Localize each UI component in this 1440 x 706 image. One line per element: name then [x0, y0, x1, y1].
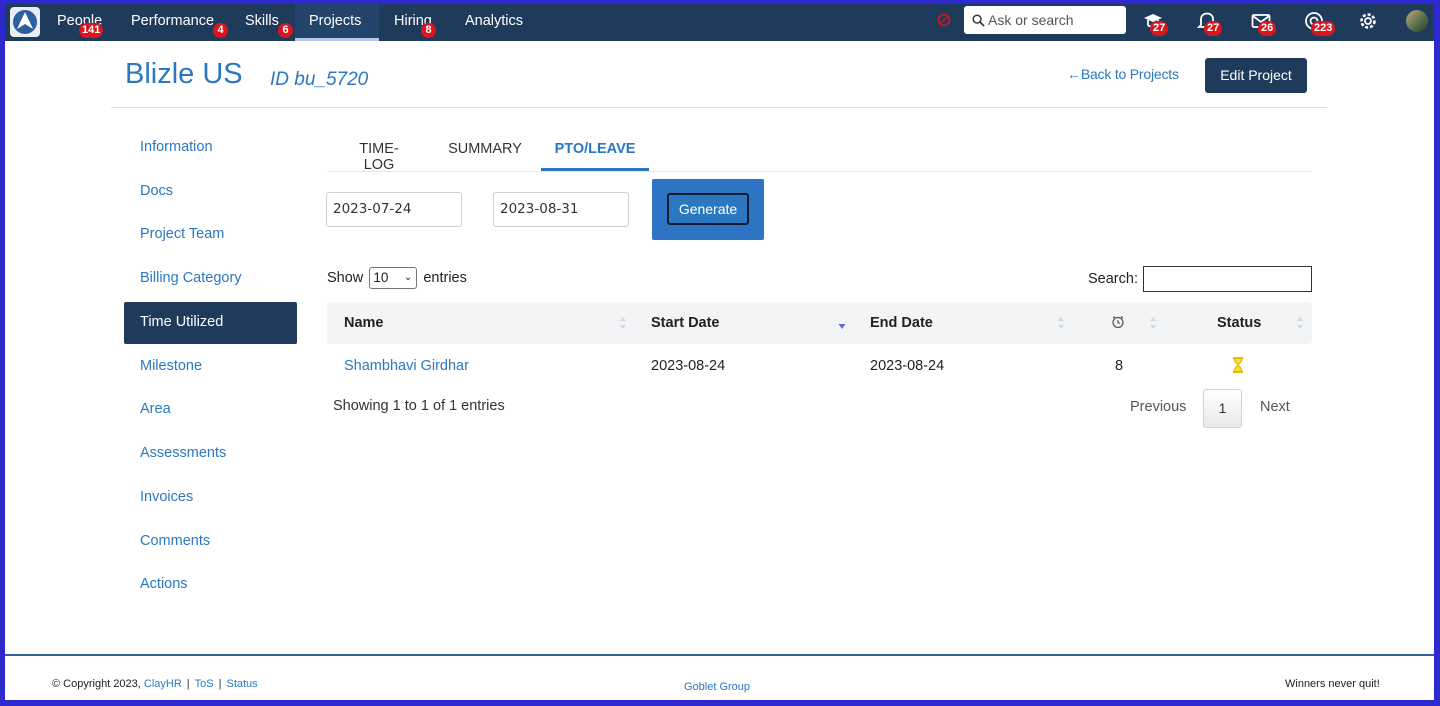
search-icon	[972, 8, 986, 36]
nav-projects[interactable]: Projects	[295, 4, 379, 41]
page-size-select[interactable]: 10 ⌄	[369, 267, 418, 289]
show-entries-control: Show 10 ⌄ entries	[327, 267, 467, 289]
sidebar-item-information[interactable]: Information	[124, 127, 297, 169]
tab-time-log[interactable]: TIME-LOG	[344, 141, 414, 173]
nav-people[interactable]: People 141	[43, 4, 116, 41]
end-date-input[interactable]: 2023-08-31	[493, 192, 629, 227]
tab-pto-leave[interactable]: PTO/LEAVE	[541, 141, 649, 171]
next-page-button[interactable]: Next	[1260, 399, 1290, 415]
nav-skills[interactable]: Skills 6	[231, 4, 293, 41]
top-navbar: People 141 Performance 4 Skills 6 Projec…	[5, 4, 1434, 41]
page-1-button[interactable]: 1	[1203, 389, 1242, 428]
nav-performance-badge: 4	[213, 23, 228, 38]
page-title: Blizle US	[125, 58, 243, 90]
start-date-input[interactable]: 2023-07-24	[326, 192, 462, 227]
user-avatar[interactable]	[1406, 10, 1428, 32]
row-end-date: 2023-08-24	[870, 358, 945, 374]
sidebar-item-actions[interactable]: Actions	[124, 564, 297, 606]
sidebar-item-invoices[interactable]: Invoices	[124, 477, 297, 519]
graduation-cap-icon[interactable]: 27	[1142, 10, 1169, 36]
sidebar-item-area[interactable]: Area	[124, 389, 297, 431]
bell-icon[interactable]: 27	[1196, 10, 1223, 36]
previous-page-button[interactable]: Previous	[1130, 399, 1186, 415]
generate-highlight: Generate	[652, 179, 764, 240]
nav-hiring[interactable]: Hiring 8	[380, 4, 446, 41]
forbidden-icon[interactable]	[936, 12, 952, 28]
table-search-label: Search:	[1088, 271, 1138, 287]
sidebar-item-billing-category[interactable]: Billing Category	[124, 258, 297, 300]
nav-skills-badge: 6	[278, 23, 293, 38]
footer-status-link[interactable]: Status	[226, 678, 257, 690]
header-divider	[111, 107, 1327, 108]
sort-icon[interactable]	[1149, 315, 1157, 331]
column-name[interactable]: Name	[344, 302, 384, 344]
edit-project-button[interactable]: Edit Project	[1205, 58, 1307, 93]
generate-button[interactable]: Generate	[667, 193, 749, 225]
nav-people-badge: 141	[79, 23, 104, 38]
support-badge: 223	[1311, 21, 1336, 36]
app-window: People 141 Performance 4 Skills 6 Projec…	[5, 4, 1434, 700]
sidebar-item-time-utilized[interactable]: Time Utilized	[124, 302, 297, 344]
table-header: Name Start Date End Date Status	[327, 302, 1312, 344]
column-status[interactable]: Status	[1217, 302, 1261, 344]
graduation-cap-badge: 27	[1150, 21, 1169, 36]
mail-icon[interactable]: 26	[1250, 10, 1277, 36]
back-to-projects-link[interactable]: ←Back to Projects	[1067, 66, 1179, 82]
tab-summary[interactable]: SUMMARY	[447, 141, 523, 171]
footer-divider	[5, 654, 1434, 656]
column-end-date[interactable]: End Date	[870, 302, 933, 344]
support-icon[interactable]: 223	[1303, 10, 1336, 36]
alarm-clock-icon[interactable]	[1111, 315, 1125, 329]
global-search-input[interactable]: Ask or search	[964, 6, 1126, 34]
table-search-input[interactable]	[1143, 266, 1312, 292]
sidebar-item-comments[interactable]: Comments	[124, 521, 297, 563]
tabs-divider	[327, 171, 1312, 172]
footer-goblet-group-link[interactable]: Goblet Group	[684, 681, 750, 693]
entries-info: Showing 1 to 1 of 1 entries	[333, 398, 505, 414]
sort-icon[interactable]	[1296, 315, 1304, 331]
footer-tagline: Winners never quit!	[1285, 678, 1380, 690]
chevron-down-icon: ⌄	[403, 272, 413, 283]
gear-icon[interactable]	[1357, 10, 1383, 34]
row-start-date: 2023-08-24	[651, 358, 726, 374]
bell-badge: 27	[1204, 21, 1223, 36]
column-start-date[interactable]: Start Date	[651, 302, 720, 344]
hourglass-icon	[1233, 357, 1243, 373]
arrow-left-icon: ←	[1067, 66, 1081, 82]
sidebar-item-milestone[interactable]: Milestone	[124, 346, 297, 388]
sort-icon[interactable]	[1057, 315, 1065, 331]
nav-analytics[interactable]: Analytics	[451, 4, 537, 41]
employee-name-link[interactable]: Shambhavi Girdhar	[344, 356, 469, 376]
nav-performance[interactable]: Performance 4	[117, 4, 228, 41]
sidebar-item-project-team[interactable]: Project Team	[124, 214, 297, 256]
mail-badge: 26	[1258, 21, 1277, 36]
sidebar-item-assessments[interactable]: Assessments	[124, 433, 297, 475]
sort-icon[interactable]	[619, 315, 627, 331]
row-count: 8	[1115, 358, 1124, 374]
sort-desc-icon[interactable]	[838, 315, 846, 331]
project-id: ID bu_5720	[270, 69, 369, 90]
sidebar-item-docs[interactable]: Docs	[124, 171, 297, 213]
footer-copyright: © Copyright 2023, ClayHR | ToS | Status	[52, 678, 258, 690]
app-logo[interactable]	[10, 7, 40, 37]
footer-clayhr-link[interactable]: ClayHR	[144, 678, 182, 690]
nav-hiring-badge: 8	[421, 23, 436, 38]
footer-tos-link[interactable]: ToS	[195, 678, 214, 690]
